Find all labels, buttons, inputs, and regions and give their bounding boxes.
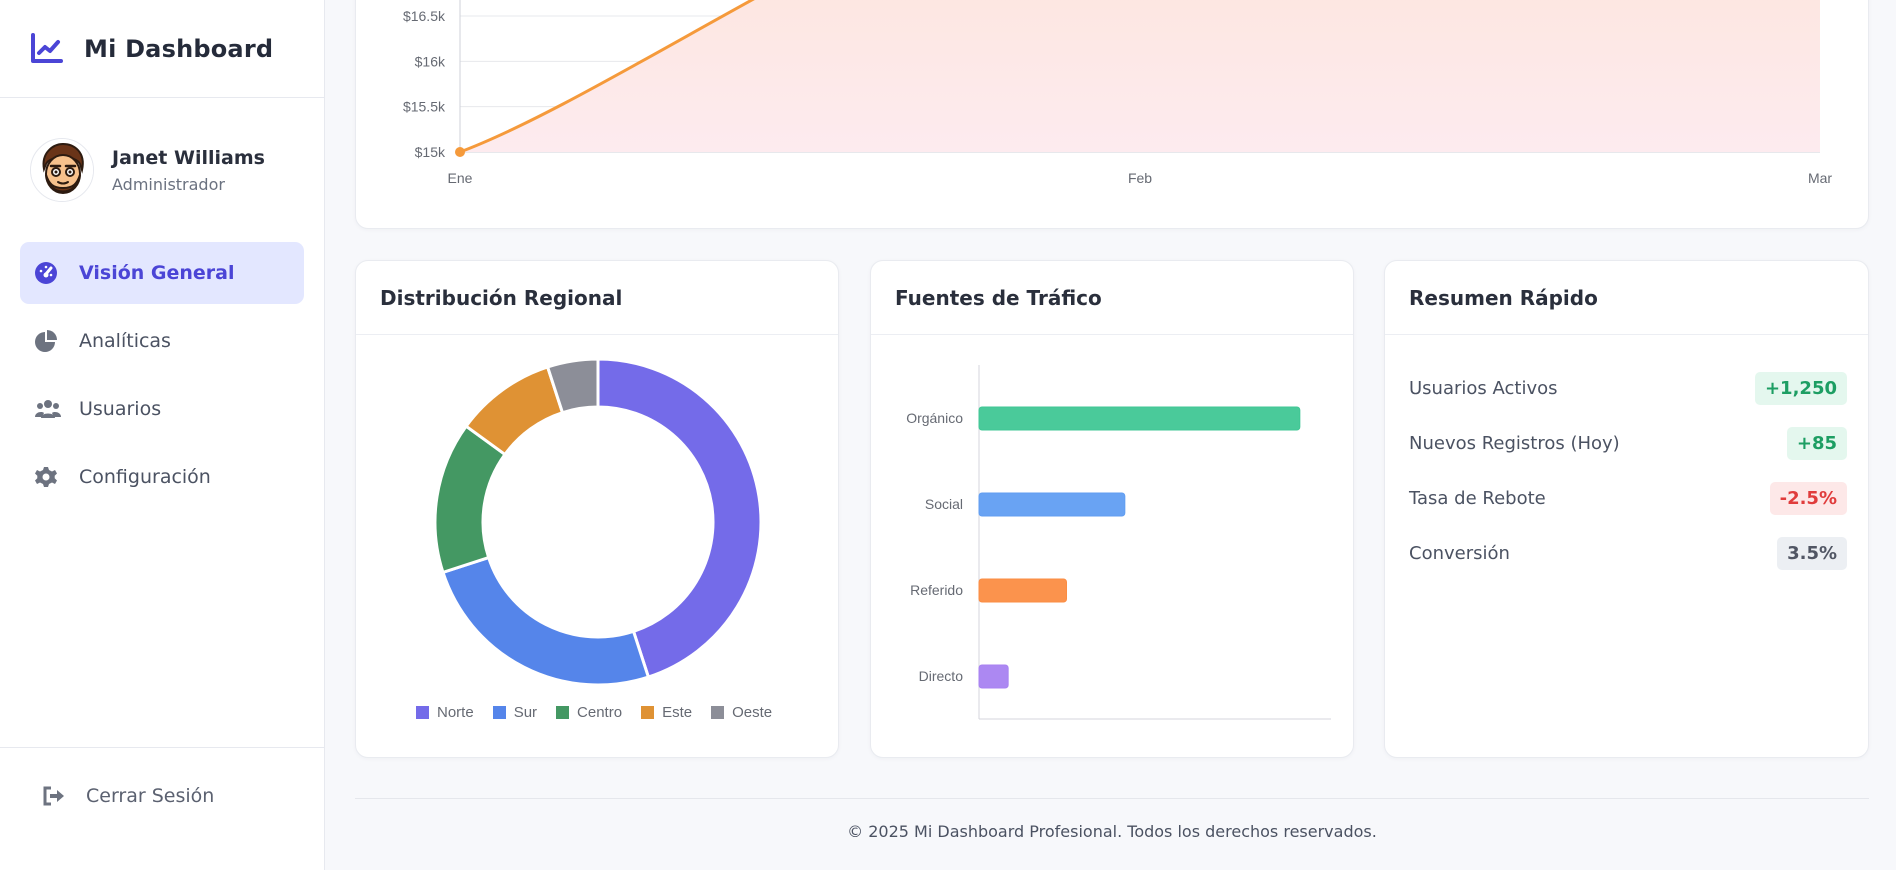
revenue-chart-card: $15k $15.5k $16k $16.5k Ene Feb Mar bbox=[355, 0, 1869, 229]
x-tick-label: Feb bbox=[1128, 170, 1152, 186]
bearded-man-avatar-icon bbox=[31, 139, 93, 201]
legend-label: Sur bbox=[513, 704, 538, 721]
summary-value-badge: 3.5% bbox=[1777, 537, 1847, 570]
x-tick-label: Ene bbox=[448, 170, 473, 186]
summary-value-badge: +1,250 bbox=[1754, 372, 1847, 405]
sidebar-item-analiticas[interactable]: Analíticas bbox=[20, 310, 304, 372]
card-title: Fuentes de Tráfico bbox=[895, 285, 1102, 310]
legend-item-sur: Sur bbox=[492, 704, 538, 721]
summary-row-conversion: Conversión 3.5% bbox=[1409, 526, 1847, 581]
category-label: Referido bbox=[910, 582, 963, 598]
sidebar-nav: Visión General Analíticas Usuarios Confi… bbox=[20, 242, 304, 514]
logout-section: Cerrar Sesión bbox=[0, 747, 324, 870]
card-title: Resumen Rápido bbox=[1409, 285, 1598, 310]
user-name: Janet Williams bbox=[112, 146, 265, 169]
legend-item-centro: Centro bbox=[556, 704, 622, 721]
regional-distribution-card: Distribución Regional Norte Sur Centro E… bbox=[355, 260, 839, 758]
gear-icon bbox=[34, 465, 74, 489]
summary-value-badge: -2.5% bbox=[1769, 482, 1847, 515]
app-title: Mi Dashboard bbox=[84, 34, 274, 63]
legend-label: Norte bbox=[437, 704, 474, 721]
chart-legend: Norte Sur Centro Este Oeste bbox=[416, 704, 791, 721]
summary-label: Usuarios Activos bbox=[1409, 378, 1558, 399]
revenue-line-chart: $15k $15.5k $16k $16.5k Ene Feb Mar bbox=[403, 0, 1833, 186]
bar-social[interactable] bbox=[978, 492, 1126, 517]
donut-slice-norte[interactable] bbox=[596, 357, 763, 679]
donut-slice-sur[interactable] bbox=[441, 555, 651, 687]
sidebar-item-label: Usuarios bbox=[79, 398, 162, 420]
footer-divider bbox=[355, 798, 1869, 799]
sidebar-item-label: Visión General bbox=[79, 262, 235, 284]
summary-value-badge: +85 bbox=[1786, 427, 1847, 460]
traffic-sources-card: Fuentes de Tráfico Orgánico Social Referid… bbox=[870, 260, 1354, 758]
logout-button[interactable]: Cerrar Sesión bbox=[42, 784, 214, 808]
sidebar: Mi Dashboard Janet Williams Administrado… bbox=[0, 0, 325, 870]
quick-summary-card: Resumen Rápido Usuarios Activos +1,250 N… bbox=[1384, 260, 1869, 758]
legend-label: Centro bbox=[577, 704, 623, 721]
card-title: Distribución Regional bbox=[380, 285, 623, 310]
legend-label: Este bbox=[662, 704, 693, 721]
x-tick-label: Mar bbox=[1808, 170, 1832, 186]
legend-label: Oeste bbox=[732, 704, 773, 721]
logout-label: Cerrar Sesión bbox=[86, 785, 215, 807]
y-tick-label: $15k bbox=[415, 144, 446, 160]
brand: Mi Dashboard bbox=[0, 0, 324, 98]
user-profile: Janet Williams Administrador bbox=[30, 138, 265, 202]
sidebar-item-usuarios[interactable]: Usuarios bbox=[20, 378, 304, 440]
category-label: Directo bbox=[919, 668, 964, 684]
sign-out-icon bbox=[43, 786, 64, 806]
users-icon bbox=[34, 397, 74, 421]
summary-row-tasa-rebote: Tasa de Rebote -2.5% bbox=[1409, 471, 1847, 526]
card-header: Distribución Regional bbox=[356, 261, 838, 335]
sidebar-item-label: Configuración bbox=[79, 466, 211, 488]
gauge-icon bbox=[34, 261, 74, 285]
summary-row-nuevos-registros: Nuevos Registros (Hoy) +85 bbox=[1409, 416, 1847, 471]
summary-row-usuarios-activos: Usuarios Activos +1,250 bbox=[1409, 361, 1847, 416]
summary-list: Usuarios Activos +1,250 Nuevos Registros… bbox=[1409, 361, 1847, 581]
sidebar-item-vision-general[interactable]: Visión General bbox=[20, 242, 304, 304]
y-tick-label: $16.5k bbox=[403, 8, 446, 24]
avatar bbox=[30, 138, 94, 202]
sidebar-item-label: Analíticas bbox=[79, 330, 171, 352]
revenue-point bbox=[455, 147, 465, 157]
card-header: Fuentes de Tráfico bbox=[871, 261, 1353, 335]
sidebar-item-configuracion[interactable]: Configuración bbox=[20, 446, 304, 508]
y-axis-ticks: $15k $15.5k $16k $16.5k bbox=[403, 8, 446, 160]
summary-label: Tasa de Rebote bbox=[1409, 488, 1546, 509]
bar-orgánico[interactable] bbox=[978, 406, 1301, 431]
category-label: Orgánico bbox=[906, 410, 963, 426]
summary-label: Nuevos Registros (Hoy) bbox=[1409, 433, 1620, 454]
x-axis-ticks: Ene Feb Mar bbox=[448, 170, 1833, 186]
category-label: Social bbox=[925, 496, 963, 512]
y-tick-label: $16k bbox=[415, 53, 446, 69]
legend-item-norte: Norte bbox=[416, 704, 474, 721]
user-role: Administrador bbox=[112, 174, 225, 194]
legend-item-este: Este bbox=[641, 704, 692, 721]
summary-label: Conversión bbox=[1409, 543, 1510, 564]
bar-directo[interactable] bbox=[978, 664, 1009, 689]
footer: © 2025 Mi Dashboard Profesional. Todos l… bbox=[847, 822, 1377, 841]
pie-chart-icon bbox=[34, 329, 74, 353]
y-tick-label: $15.5k bbox=[403, 99, 446, 115]
revenue-area bbox=[460, 0, 1820, 152]
legend-item-oeste: Oeste bbox=[711, 704, 772, 721]
line-chart-icon bbox=[31, 32, 63, 63]
bar-referido[interactable] bbox=[978, 578, 1067, 603]
traffic-bar-chart: Orgánico Social Referido Directo bbox=[906, 365, 1331, 720]
card-header: Resumen Rápido bbox=[1385, 261, 1868, 335]
profile-text: Janet Williams Administrador bbox=[112, 147, 265, 194]
